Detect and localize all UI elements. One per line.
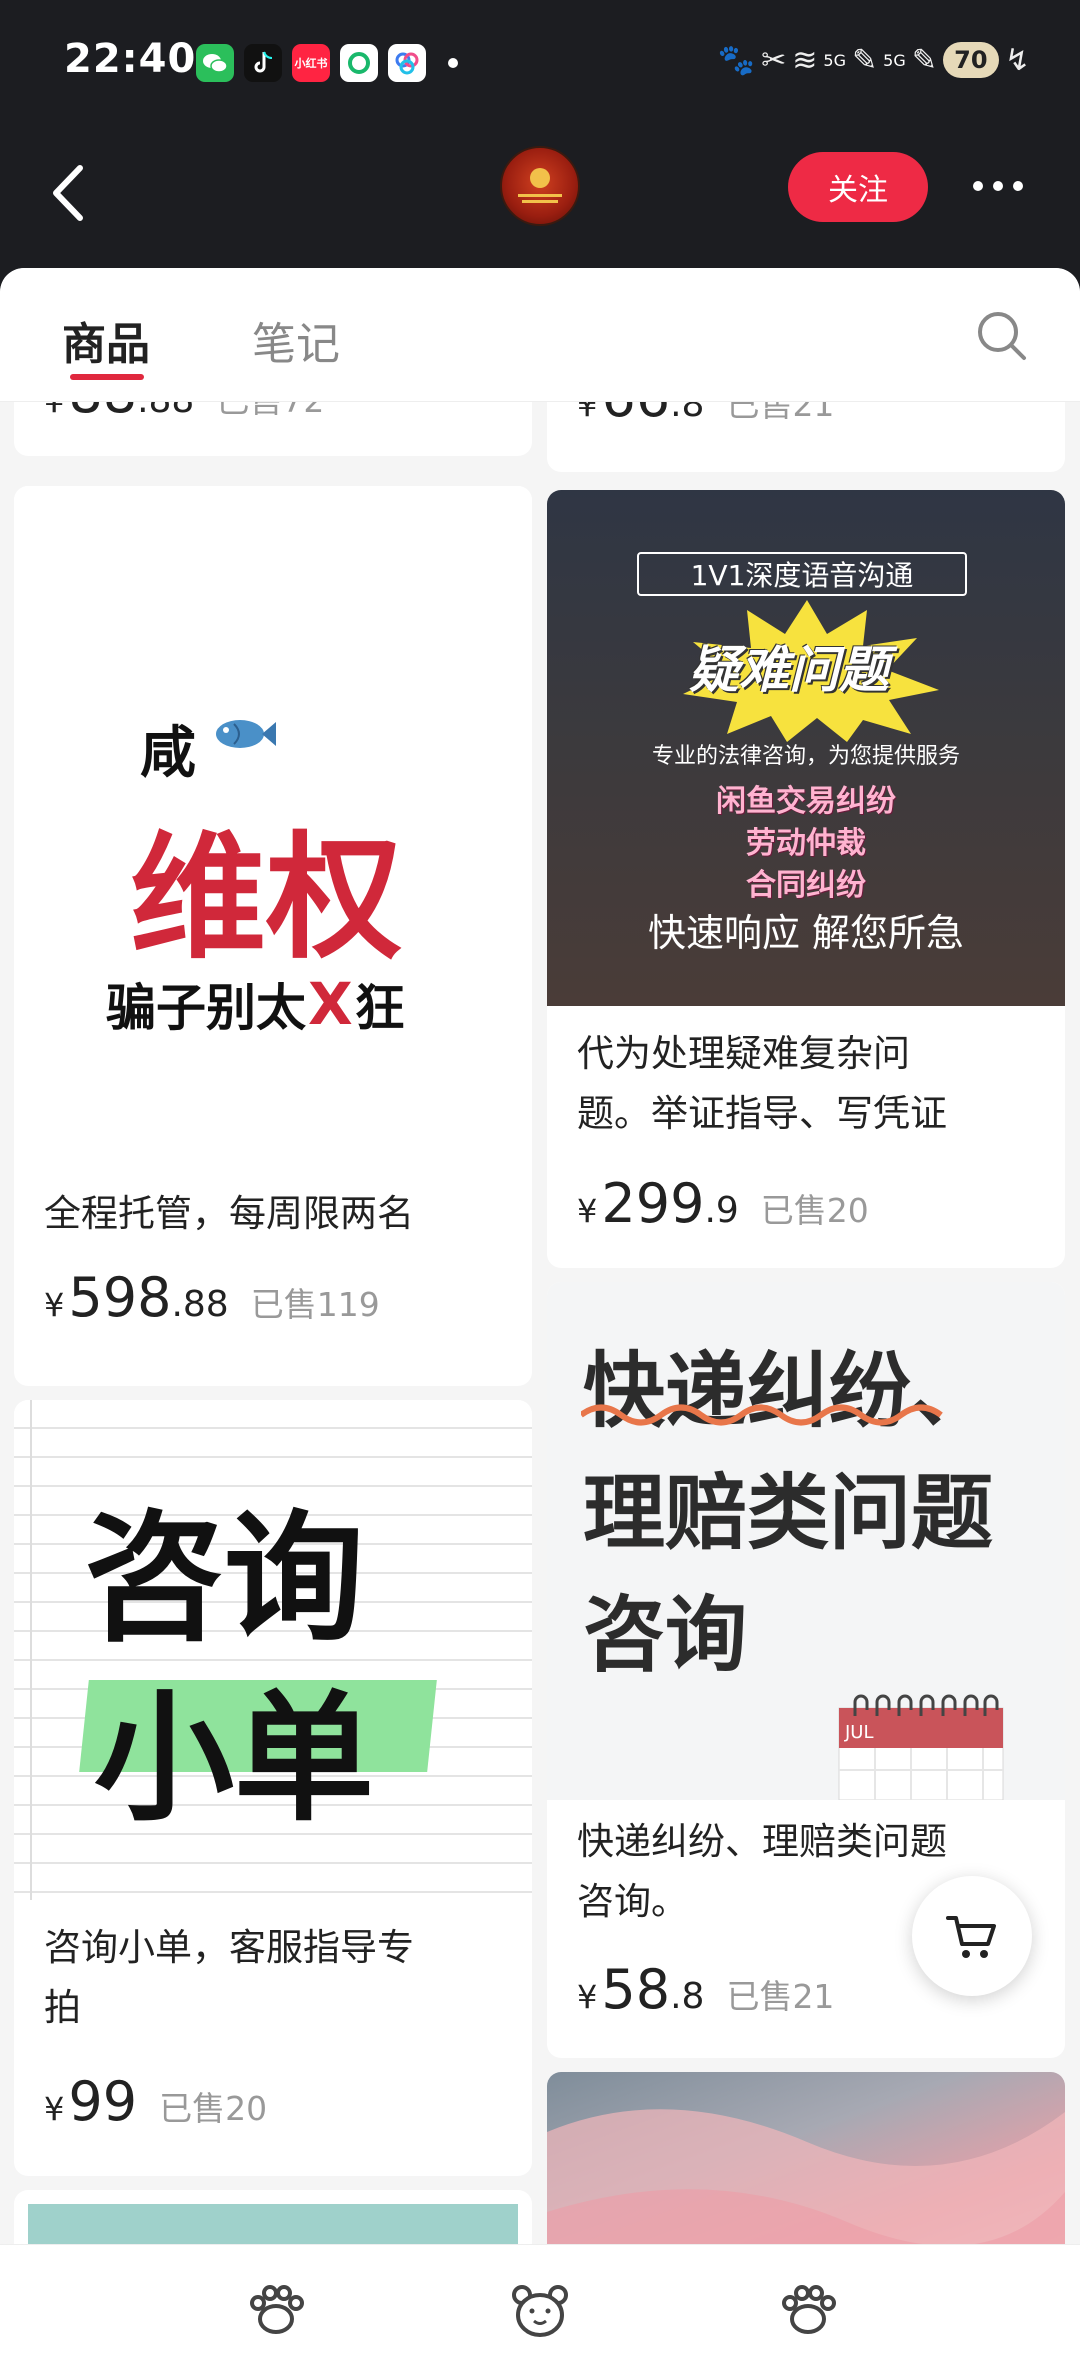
chevron-left-icon (53, 165, 83, 221)
cover-item: 合同纠纷 (746, 868, 866, 903)
product-price: ¥ 58 .8 已售21 (577, 1958, 834, 2021)
cart-icon (946, 1916, 996, 1958)
product-title-line: 拍 (44, 1986, 81, 2029)
sold-count: 已售20 (159, 2089, 268, 2128)
battery-indicator: 70 (942, 42, 999, 78)
yen-symbol: ¥ (44, 2090, 65, 2128)
yen-symbol: ¥ (577, 1192, 598, 1230)
cover-headline: 小单 (94, 1678, 375, 1841)
paw-back-icon[interactable] (776, 2279, 840, 2343)
price-decimal: .8 (670, 1976, 705, 2017)
cover-headline: 咨询 (583, 1588, 748, 1683)
calendar-month: JUL (845, 1722, 874, 1743)
product-title-line: 咨询。 (577, 1880, 688, 1923)
price-integer: 58 (601, 1958, 671, 2021)
cover-headline: 理赔类问题 (583, 1466, 994, 1561)
charging-icon: ↯ (1004, 42, 1030, 78)
paw-recent-apps-icon[interactable] (244, 2279, 308, 2343)
shop-avatar[interactable] (500, 146, 580, 226)
dot (993, 181, 1003, 191)
signal-5g-label-1: 5G (823, 50, 846, 70)
product-title-line: 咨询小单，客服指导专 (44, 1926, 414, 1969)
cover-headline: 咨询 (84, 1498, 365, 1661)
cover-item: 闲鱼交易纠纷 (716, 784, 896, 819)
product-title: 代为处理疑难复杂问 题。举证指导、写凭证 (577, 1024, 947, 1144)
xiaohongshu-label: 小红书 (294, 57, 328, 70)
bottom-nav-bar (0, 2244, 1080, 2376)
wavy-underline (581, 1404, 943, 1426)
dot (1013, 181, 1023, 191)
cover-item: 劳动仲裁 (746, 826, 866, 861)
paw-icon-1: 🐾 (717, 42, 756, 78)
cover-burst-text: 疑难问题 (689, 641, 889, 699)
signal-5g-label-2: 5G (883, 50, 906, 70)
product-title-line: 快递纠纷、理赔类问题 (577, 1820, 947, 1863)
cover-text: 咸 (140, 721, 196, 786)
bear-home-icon[interactable] (508, 2279, 572, 2343)
status-time: 22:40 (64, 36, 197, 82)
product-title: 全程托管，每周限两名 (44, 1192, 414, 1235)
notebook-margin-line (30, 1400, 32, 1900)
product-cover-image: 咸 维权 骗子别太 X 狂 (14, 486, 532, 1166)
status-bar: 22:40 小红书 🐾 ✂ ≋ 5G ✎ 5G ✎ 70 ↯ (0, 0, 1080, 128)
fish-icon (216, 720, 276, 748)
wechat-icon (196, 44, 234, 82)
follow-button[interactable]: 关注 (788, 152, 928, 222)
product-cover-image: 1V1深度语音沟通 疑难问题 专业的法律咨询，为您提供服务 闲鱼交易纠纷 劳动仲… (547, 490, 1065, 1006)
cover-subline-end: 狂 (354, 979, 405, 1037)
signal-icon-2: ✎ (911, 42, 937, 78)
wifi-icon: ≋ (792, 42, 818, 78)
yen-symbol: ¥ (577, 1978, 598, 2016)
tab-bar: 商品 笔记 (0, 268, 1080, 402)
price-integer: 299 (601, 1172, 705, 1235)
cover-subline-text: 骗子别太 (106, 979, 306, 1037)
product-card[interactable]: 咸 维权 骗子别太 X 狂 全程托管，每周限两名 ¥ 598 .88 已售119 (14, 486, 532, 1386)
shop-content-sheet: 商品 笔记 ¥ 88 .88 已售72 ¥ 66 .8 已售21 咸 (0, 268, 1080, 2376)
dot (973, 181, 983, 191)
cover-subtitle: 专业的法律咨询，为您提供服务 (651, 744, 960, 769)
circles-app-icon (388, 44, 426, 82)
product-title: 咨询小单，客服指导专 拍 (44, 1918, 414, 2038)
search-button[interactable] (974, 308, 1034, 368)
cart-button[interactable] (912, 1876, 1032, 1996)
product-price: ¥ 299 .9 已售20 (577, 1172, 869, 1235)
tab-products[interactable]: 商品 (62, 308, 150, 372)
product-cover-image: 快递纠纷、 理赔类问题 咨询 JUL (547, 1282, 1065, 1800)
tiktok-icon (244, 44, 282, 82)
calendar-icon (838, 1694, 1004, 1800)
product-title-line: 代为处理疑难复杂问 (577, 1032, 910, 1075)
product-cover-image: 咨询 小单 (14, 1400, 532, 1900)
price-decimal: .88 (171, 1284, 229, 1325)
cover-footer: 快速响应 解您所急 (647, 911, 965, 955)
signal-icon-1: ✎ (852, 42, 878, 78)
active-tab-indicator (70, 374, 144, 380)
product-price: ¥ 99 已售20 (44, 2070, 267, 2133)
status-indicators: 🐾 ✂ ≋ 5G ✎ 5G ✎ 70 ↯ (718, 42, 1030, 78)
product-card[interactable]: 1V1深度语音沟通 疑难问题 专业的法律咨询，为您提供服务 闲鱼交易纠纷 劳动仲… (547, 490, 1065, 1268)
xiaohongshu-icon: 小红书 (292, 44, 330, 82)
more-options-button[interactable] (960, 160, 1036, 212)
status-app-icons: 小红书 (196, 44, 458, 82)
ring-app-icon (340, 44, 378, 82)
product-title: 快递纠纷、理赔类问题 咨询。 (577, 1812, 947, 1932)
price-decimal: .9 (704, 1190, 739, 1231)
cover-banner: 1V1深度语音沟通 (637, 552, 967, 596)
search-icon (978, 312, 1026, 360)
sold-count: 已售119 (250, 1285, 380, 1324)
cross-mark: X (308, 970, 353, 1038)
price-integer: 99 (68, 2070, 138, 2133)
tab-notes[interactable]: 笔记 (252, 308, 340, 372)
cover-headline: 维权 (130, 820, 402, 978)
mute-icon: ✂ (761, 42, 787, 78)
sold-count: 已售20 (760, 1191, 869, 1230)
product-price: ¥ 598 .88 已售119 (44, 1266, 380, 1329)
product-title-line: 题。举证指导、写凭证 (577, 1092, 947, 1135)
price-integer: 598 (68, 1266, 172, 1329)
sold-count: 已售21 (726, 1977, 835, 2016)
back-button[interactable] (44, 158, 104, 228)
cover-subline: 骗子别太 X 狂 (106, 968, 405, 1040)
yen-symbol: ¥ (44, 1286, 65, 1324)
product-card[interactable]: 咨询 小单 咨询小单，客服指导专 拍 ¥ 99 已售20 (14, 1400, 532, 2176)
more-notifications-dot (448, 58, 458, 68)
